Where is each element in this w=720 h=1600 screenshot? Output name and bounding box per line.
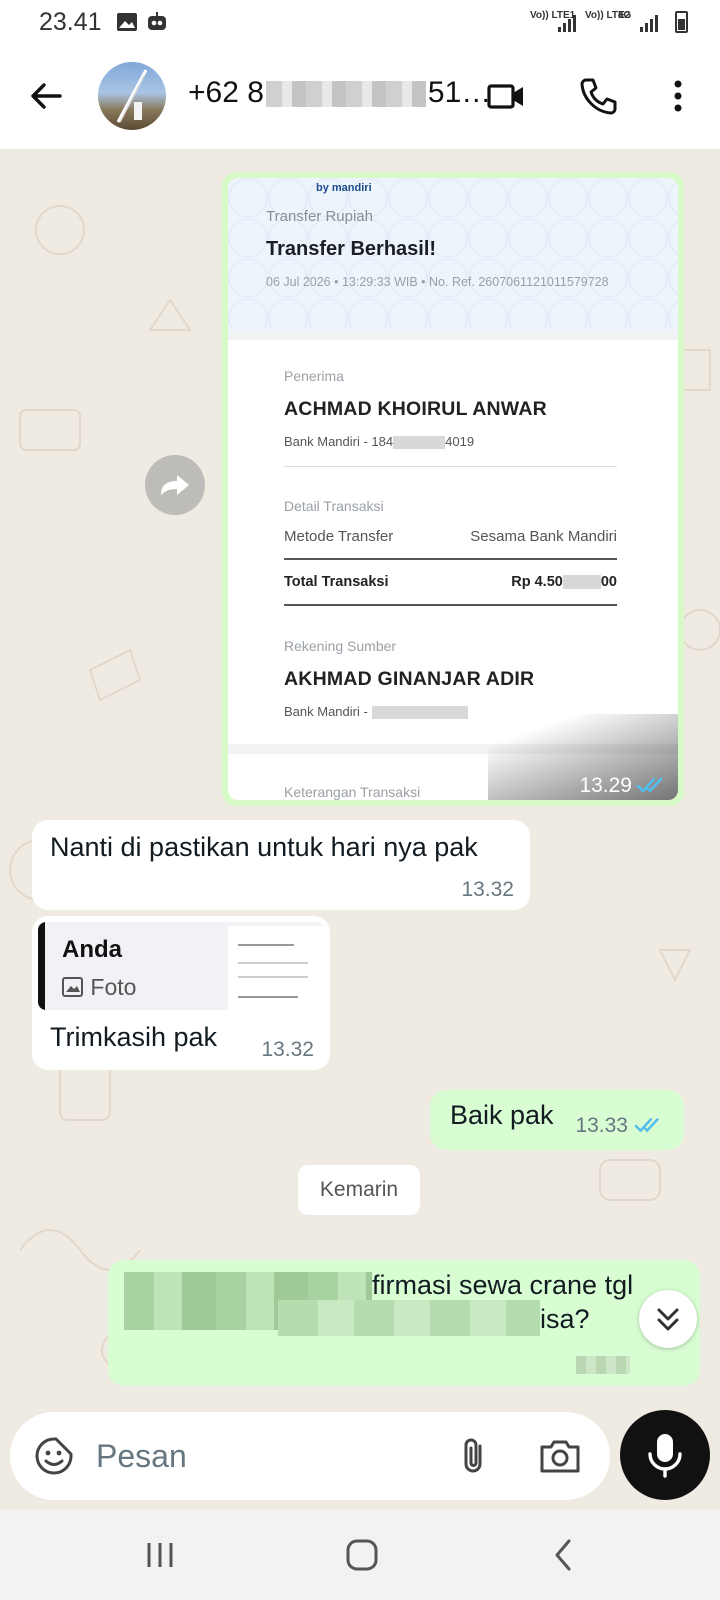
recipient-bank-suffix: 4019 — [445, 434, 475, 449]
microphone-icon — [648, 1434, 682, 1478]
contact-suffix: 51… — [427, 76, 492, 109]
more-vert-icon[interactable] — [658, 76, 698, 116]
message-text: Baik pak — [450, 1100, 554, 1130]
scroll-to-bottom-button[interactable] — [639, 1290, 697, 1348]
message-composer — [10, 1412, 610, 1500]
forward-button[interactable] — [145, 455, 205, 515]
redacted-number — [265, 81, 426, 108]
recipient-bank-prefix: Bank Mandiri - 184 — [284, 434, 394, 449]
total-row: Total Transaksi Rp 4.50 00 — [284, 574, 617, 590]
source-name: AKHMAD GINANJAR ADIR — [284, 668, 535, 690]
status-bar: 23.41 Vo)) LTE1 Vo)) LTE2 4G — [0, 0, 720, 46]
chat-area[interactable]: by mandiri Transfer Rupiah Transfer Berh… — [0, 150, 720, 1410]
battery-icon — [675, 11, 688, 33]
recipient-label: Penerima — [284, 368, 344, 384]
notes-label: Keterangan Transaksi — [284, 784, 421, 800]
receipt-separator — [284, 604, 617, 606]
recipient-name: ACHMAD KHOIRUL ANWAR — [284, 398, 547, 420]
message-time: 13.32 — [261, 1038, 314, 1061]
video-call-icon[interactable] — [486, 76, 526, 116]
contact-prefix: +62 8 — [188, 76, 264, 109]
source-bank: Bank Mandiri - — [284, 704, 468, 720]
receipt-subtitle: Transfer Rupiah — [266, 208, 373, 225]
total-suffix: 00 — [600, 574, 617, 590]
robot-notification-icon — [148, 12, 166, 30]
outgoing-message[interactable]: firmasi sewa crane tgl isa? — [108, 1260, 700, 1386]
total-label: Total Transaksi — [284, 574, 389, 590]
signal-bars-icon — [558, 15, 576, 32]
detail-label: Detail Transaksi — [284, 498, 384, 514]
contact-name[interactable]: +62 8 51… — [188, 76, 491, 110]
chat-header: +62 8 51… — [0, 46, 720, 150]
camera-icon[interactable] — [538, 1436, 582, 1476]
method-label: Metode Transfer — [284, 528, 394, 545]
method-row: Metode Transfer Sesama Bank Mandiri — [284, 528, 617, 545]
quoted-reply[interactable]: Anda Foto — [38, 922, 324, 1010]
recipient-bank: Bank Mandiri - 184 4019 — [284, 434, 475, 450]
read-ticks-icon — [636, 777, 663, 793]
receipt-divider — [228, 330, 678, 340]
status-time: 23.41 — [39, 8, 102, 36]
quote-bar — [38, 922, 45, 1010]
incoming-message[interactable]: Nanti di pastikan untuk hari nya pak 13.… — [32, 820, 530, 910]
receipt-title: Transfer Berhasil! — [266, 238, 437, 260]
crane-photo — [116, 69, 148, 123]
forward-icon — [161, 475, 189, 495]
message-time: 13.33 — [575, 1114, 628, 1137]
quoted-thumbnail — [228, 926, 324, 1010]
photo-icon — [62, 977, 83, 997]
bank-logo: by mandiri — [316, 182, 372, 194]
phone-icon[interactable] — [578, 76, 618, 116]
paperclip-icon[interactable] — [454, 1436, 494, 1476]
method-value: Sesama Bank Mandiri — [470, 528, 617, 545]
source-label: Rekening Sumber — [284, 638, 397, 654]
total-value: Rp 4.50 00 — [511, 574, 617, 590]
date-separator: Kemarin — [298, 1165, 420, 1215]
redacted-account — [393, 436, 446, 450]
message-input[interactable] — [96, 1430, 416, 1482]
source-bank-text: Bank Mandiri - — [284, 704, 368, 719]
quoted-type: Foto — [62, 974, 136, 1001]
incoming-reply-message[interactable]: Anda Foto Trimkasih pak 13.32 — [32, 916, 330, 1070]
quoted-sender: Anda — [62, 936, 122, 963]
transfer-receipt-image: by mandiri Transfer Rupiah Transfer Berh… — [228, 178, 678, 800]
back-arrow-icon[interactable] — [26, 76, 66, 116]
home-icon[interactable] — [342, 1535, 382, 1575]
sticker-emoji-icon[interactable] — [34, 1436, 74, 1476]
message-text-line2: isa? — [540, 1304, 590, 1334]
redacted-account — [371, 706, 468, 720]
nav-back-icon[interactable] — [544, 1535, 584, 1575]
message-time: 13.29 — [579, 774, 632, 797]
system-nav-bar — [0, 1510, 720, 1600]
redacted-text — [278, 1300, 540, 1336]
receipt-separator — [284, 466, 617, 467]
redacted-time — [576, 1356, 630, 1374]
message-time: 13.32 — [461, 878, 514, 901]
gallery-notification-icon — [117, 13, 137, 31]
message-text-line1: firmasi sewa crane tgl — [372, 1270, 634, 1300]
quoted-type-label: Foto — [90, 974, 137, 1000]
outgoing-message[interactable]: Baik pak 13.33 — [430, 1090, 684, 1150]
total-prefix: Rp 4.50 — [511, 574, 563, 590]
receipt-meta: 06 Jul 2026 • 13:29:33 WIB • No. Ref. 26… — [266, 275, 609, 289]
network-label: 4G — [618, 10, 632, 21]
image-message[interactable]: by mandiri Transfer Rupiah Transfer Berh… — [222, 172, 684, 806]
read-ticks-icon — [634, 1118, 659, 1133]
avatar[interactable] — [98, 62, 166, 130]
signal-bars-icon — [640, 15, 658, 32]
redacted-amount — [562, 575, 601, 590]
message-text: Trimkasih pak — [50, 1022, 218, 1052]
double-chevron-down-icon — [657, 1308, 679, 1331]
message-text: Nanti di pastikan untuk hari nya pak — [50, 832, 478, 862]
recent-apps-icon[interactable] — [140, 1535, 180, 1575]
voice-record-button[interactable] — [620, 1410, 710, 1500]
receipt-separator — [284, 558, 617, 560]
